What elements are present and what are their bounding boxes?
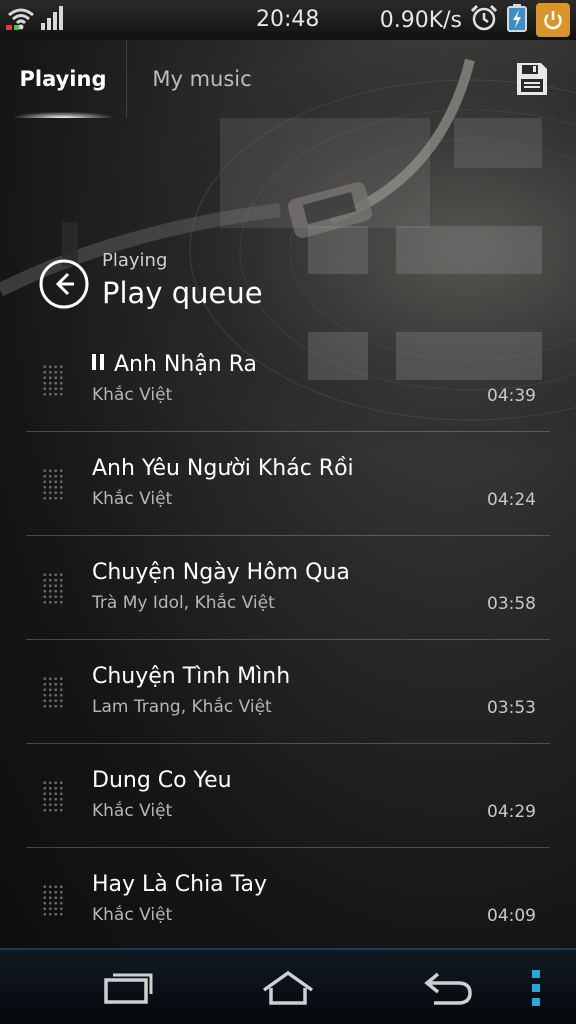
song-duration: 04:29 [487, 802, 536, 822]
tab-bar: Playing My music [0, 40, 576, 118]
queue-header: Playing Play queue [0, 230, 576, 330]
signal-icon [40, 5, 66, 35]
drag-handle-icon[interactable] [42, 884, 64, 916]
song-title-text: Anh Nhận Ra [114, 352, 258, 377]
network-speed: 0.90K/s [379, 7, 462, 33]
tab-my-music[interactable]: My music [127, 40, 277, 118]
page-title: Play queue [102, 276, 263, 310]
song-title: Anh Yêu Người Khác Rồi [92, 456, 354, 481]
wifi-icon [6, 5, 36, 35]
status-bar: 20:48 0.90K/s [0, 0, 576, 40]
navigation-bar [0, 948, 576, 1024]
song-title: Chuyện Tình Mình [92, 664, 291, 689]
song-artist: Khắc Việt [92, 489, 173, 509]
list-item[interactable]: Dung Co Yeu Khắc Việt 04:29 [0, 744, 576, 848]
header-subtitle: Playing [102, 250, 168, 271]
song-title: Hay Là Chia Tay [92, 872, 267, 897]
song-title: Dung Co Yeu [92, 768, 232, 793]
recent-apps-icon[interactable] [98, 964, 158, 1012]
song-artist: Lam Trang, Khắc Việt [92, 697, 272, 717]
alarm-icon [470, 4, 498, 36]
song-artist: Khắc Việt [92, 905, 173, 925]
main-panel: Playing My music Playing Play queue Anh … [0, 40, 576, 948]
back-icon[interactable] [418, 964, 478, 1012]
song-duration: 04:09 [487, 906, 536, 926]
song-artist: Khắc Việt [92, 385, 173, 405]
status-time: 20:48 [256, 7, 320, 32]
tab-playing[interactable]: Playing [0, 40, 126, 118]
drag-handle-icon[interactable] [42, 364, 64, 396]
power-icon[interactable] [536, 3, 570, 37]
drag-handle-icon[interactable] [42, 468, 64, 500]
song-duration: 03:53 [487, 698, 536, 718]
list-item[interactable]: Chuyện Ngày Hôm Qua Trà My Idol, Khắc Vi… [0, 536, 576, 640]
song-title: Anh Nhận Ra [92, 352, 257, 377]
list-item[interactable]: Hay Là Chia Tay Khắc Việt 04:09 [0, 848, 576, 948]
song-duration: 04:24 [487, 490, 536, 510]
save-icon[interactable] [516, 62, 548, 96]
menu-icon[interactable] [516, 964, 556, 1012]
drag-handle-icon[interactable] [42, 676, 64, 708]
drag-handle-icon[interactable] [42, 780, 64, 812]
drag-handle-icon[interactable] [42, 572, 64, 604]
song-title: Chuyện Ngày Hôm Qua [92, 560, 350, 585]
song-duration: 03:58 [487, 594, 536, 614]
battery-charging-icon [506, 4, 528, 36]
home-icon[interactable] [258, 964, 318, 1012]
pause-icon [92, 354, 104, 370]
list-item[interactable]: Anh Yêu Người Khác Rồi Khắc Việt 04:24 [0, 432, 576, 536]
song-artist: Trà My Idol, Khắc Việt [92, 593, 275, 613]
song-duration: 04:39 [487, 386, 536, 406]
back-arrow-icon[interactable] [38, 258, 90, 310]
list-item[interactable]: Anh Nhận Ra Khắc Việt 04:39 [0, 328, 576, 432]
play-queue-list: Anh Nhận Ra Khắc Việt 04:39 Anh Yêu Ngườ… [0, 328, 576, 948]
list-item[interactable]: Chuyện Tình Mình Lam Trang, Khắc Việt 03… [0, 640, 576, 744]
song-artist: Khắc Việt [92, 801, 173, 821]
